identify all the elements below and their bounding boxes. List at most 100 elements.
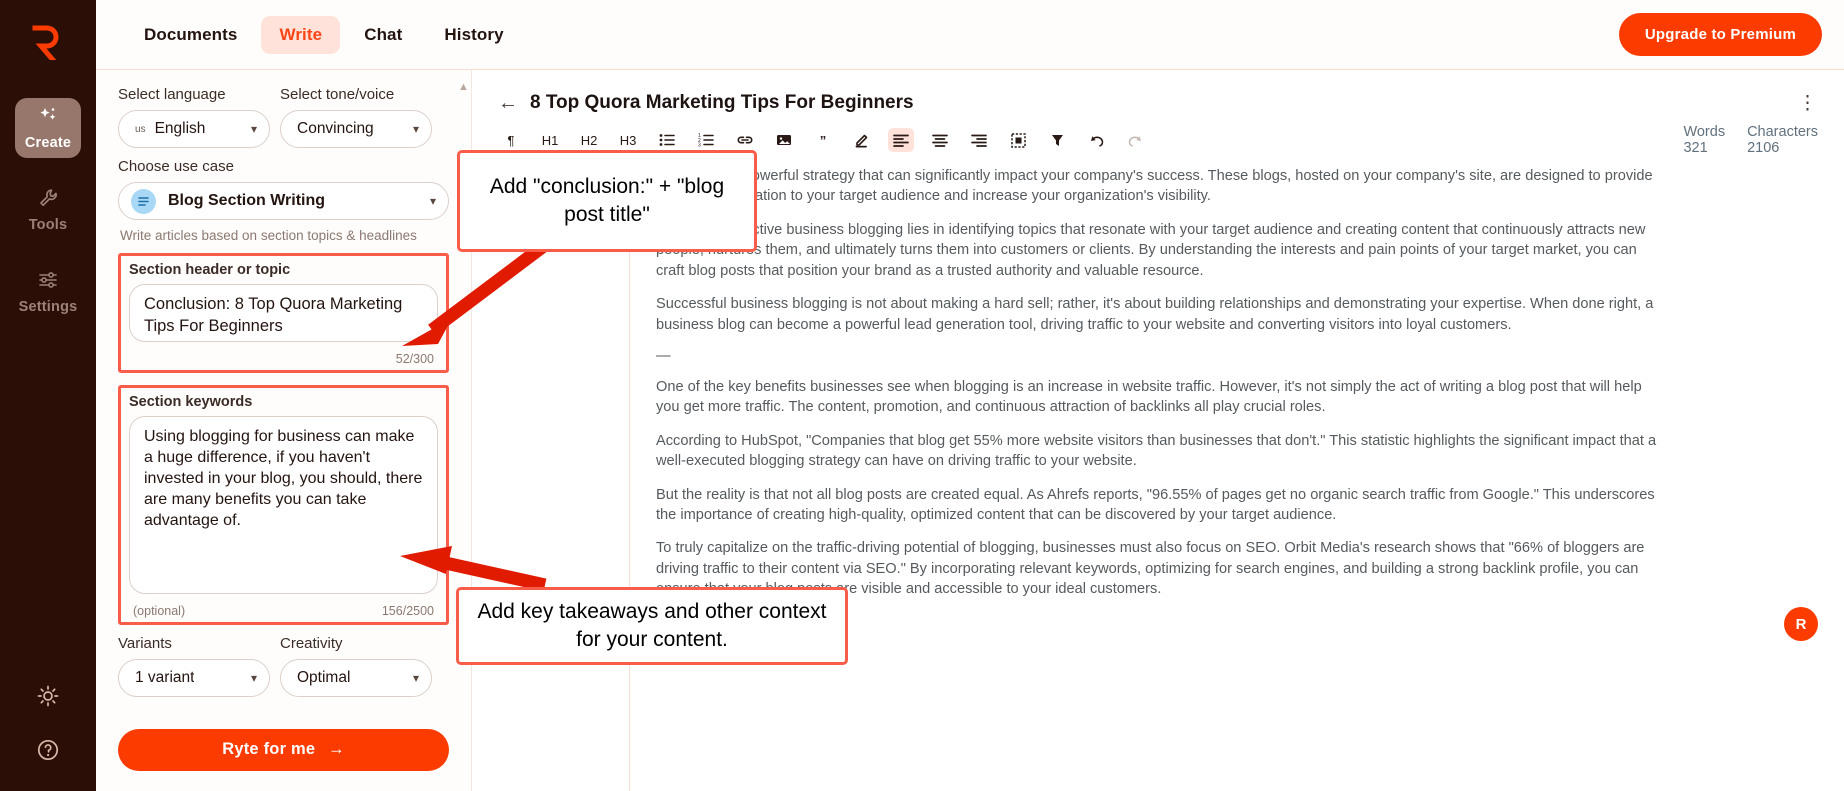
section-keywords-input[interactable] [129,415,438,594]
paragraph: But the reality is that not all blog pos… [656,486,1655,524]
us-flag-icon: us [135,123,146,135]
numbered-list-icon[interactable]: 123 [693,128,719,152]
annotation-topic: Add "conclusion:" + "blog post title" [457,150,757,252]
word-count-stats: Words 321 Characters 2106 [1683,124,1818,156]
ryte-for-me-button[interactable]: Ryte for me → [118,728,449,771]
redo-icon[interactable] [1122,128,1148,152]
keywords-char-counter: 156/2500 [381,603,434,618]
clear-format-icon[interactable] [1044,128,1070,152]
paragraph-style-icon[interactable]: ¶ [498,128,524,152]
app-root: Create Tools Settings Documents Write Ch… [0,0,1844,791]
sidebar-item-label: Create [24,134,72,151]
heading-h3-icon[interactable]: H3 [615,128,641,152]
chevron-down-icon: ▾ [412,122,419,136]
use-case-hint: Write articles based on section topics &… [120,228,417,243]
tone-field: Select tone/voice Convincing ▾ [280,86,432,148]
left-nav-rail: Create Tools Settings [0,0,96,791]
use-case-select[interactable]: Blog Section Writing ▾ [118,182,449,220]
creativity-label: Creativity [280,634,343,652]
tab-documents[interactable]: Documents [126,16,255,54]
image-icon[interactable] [771,128,797,152]
section-topic-input[interactable] [129,283,438,342]
tab-chat[interactable]: Chat [346,16,420,54]
arrow-left-icon[interactable]: ← [498,93,518,113]
sidebar-item-tools[interactable]: Tools [15,180,81,240]
tab-write[interactable]: Write [261,15,341,54]
use-case-label: Choose use case [118,158,234,175]
topic-highlight-box: Section header or topic 52/300 [118,252,449,373]
help-circle-icon[interactable] [36,738,60,767]
language-select[interactable]: us English ▾ [118,110,270,148]
paragraph: One of the key benefits businesses see w… [656,378,1642,416]
sparkles-icon [37,106,59,131]
paragraph: The key to effective business blogging l… [656,221,1646,279]
language-label: Select language [118,86,226,103]
generation-form-panel: Select language us English ▾ Select tone… [96,70,472,791]
quote-icon[interactable]: ” [810,128,836,152]
chevron-up-icon[interactable]: ▲ [458,82,469,93]
document-content[interactable]: Blogging is a powerful strategy that can… [472,164,1844,791]
tab-history[interactable]: History [426,16,521,54]
align-right-icon[interactable] [966,128,992,152]
page-title: 8 Top Quora Marketing Tips For Beginners [530,92,914,113]
workspace-row: Select language us English ▾ Select tone… [96,70,1844,791]
link-icon[interactable] [732,128,758,152]
variants-value: 1 variant [135,668,195,686]
align-left-icon[interactable] [888,128,914,152]
rail-bottom-actions [36,685,60,767]
topic-label: Section header or topic [129,261,291,278]
chevron-down-icon: ▾ [429,194,436,208]
chevron-down-icon: ▾ [250,122,257,136]
keywords-highlight-box: Section keywords (optional) 156/2500 [118,384,449,625]
sidebar-item-label: Tools [28,216,68,233]
tone-select[interactable]: Convincing ▾ [280,110,432,148]
left-guide-line [629,164,630,791]
wrench-icon [38,188,58,213]
chevron-down-icon: ▾ [412,670,419,685]
divider-dash: — [656,347,671,364]
top-nav-bar: Documents Write Chat History Upgrade to … [96,0,1844,70]
chevron-down-icon: ▾ [250,670,257,685]
topic-char-counter: 52/300 [395,351,434,366]
language-field: Select language us English ▾ [118,86,270,148]
characters-label: Characters [1747,124,1818,140]
paragraph: Blogging is a powerful strategy that can… [656,168,1653,205]
annotation-keywords: Add key takeaways and other context for … [456,587,848,665]
topic-counter-row: 52/300 [129,352,438,366]
undo-icon[interactable] [1083,128,1109,152]
more-vertical-icon[interactable]: ⋮ [1798,94,1818,113]
heading-h1-icon[interactable]: H1 [537,128,563,152]
variants-field: Variants 1 variant ▾ [118,635,270,697]
keywords-optional-label: (optional) [133,603,186,618]
paragraph: Successful business blogging is not abou… [656,296,1654,333]
use-case-field: Choose use case Blog Section Writing ▾ W… [118,158,449,245]
variants-creativity-row: Variants 1 variant ▾ Creativity Optimal … [118,635,449,703]
document-header: ← 8 Top Quora Marketing Tips For Beginne… [472,70,1844,114]
paragraph: According to HubSpot, "Companies that bl… [656,432,1657,470]
characters-stat: Characters 2106 [1747,124,1818,156]
document-text-column: Blogging is a powerful strategy that can… [656,166,1658,600]
highlight-pen-icon[interactable] [849,128,875,152]
sidebar-item-settings[interactable]: Settings [15,262,81,322]
words-value: 321 [1683,140,1708,156]
use-case-value: Blog Section Writing [168,192,326,209]
tone-label: Select tone/voice [280,86,395,103]
main-column: Documents Write Chat History Upgrade to … [96,0,1844,791]
sliders-icon [37,270,59,295]
upgrade-to-premium-button[interactable]: Upgrade to Premium [1618,13,1822,56]
align-center-icon[interactable] [927,128,953,152]
variants-select[interactable]: 1 variant ▾ [118,658,270,697]
creativity-select[interactable]: Optimal ▾ [280,658,432,697]
characters-value: 2106 [1747,140,1780,156]
sidebar-item-create[interactable]: Create [15,98,81,158]
bullet-list-icon[interactable] [654,128,680,152]
app-logo-icon[interactable] [20,14,76,70]
table-icon[interactable] [1005,128,1031,152]
sun-icon[interactable] [37,685,59,712]
ryte-for-me-label: Ryte for me [222,740,316,759]
heading-h2-icon[interactable]: H2 [576,128,602,152]
tone-value: Convincing [297,120,374,137]
assistant-fab-button[interactable]: R [1784,607,1818,641]
arrow-right-icon: → [328,740,345,759]
blog-section-icon [131,188,156,214]
